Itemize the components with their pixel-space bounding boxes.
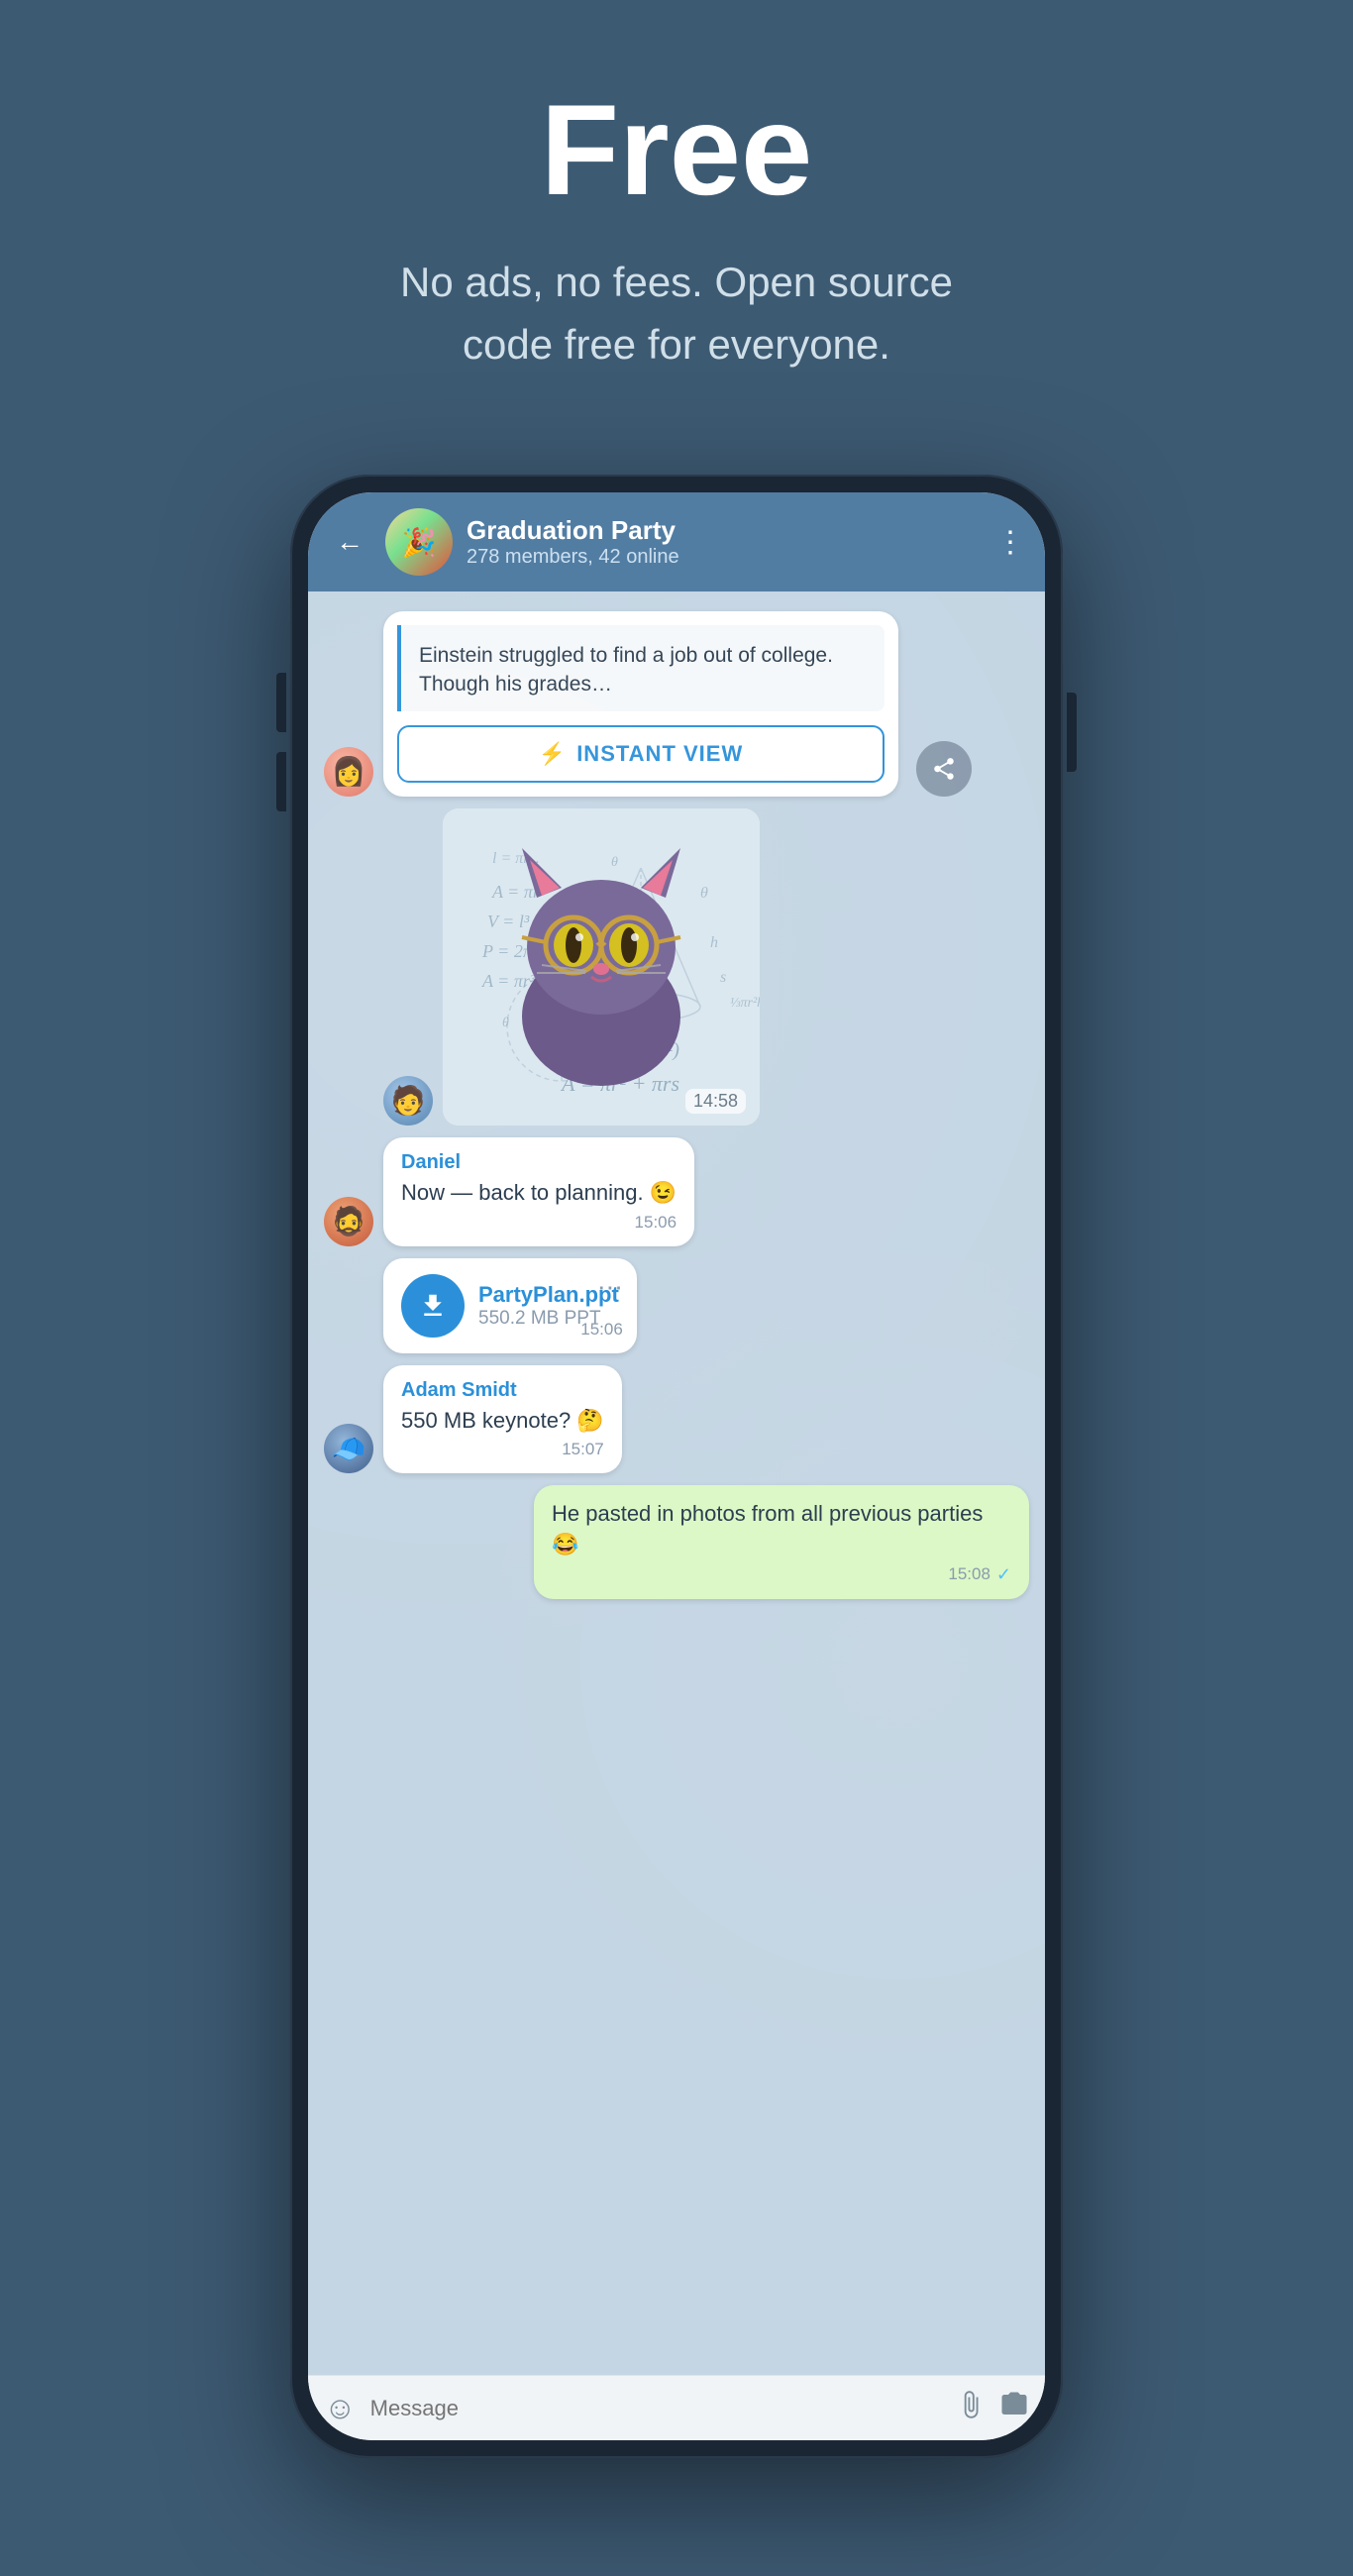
chat-info: Graduation Party 278 members, 42 online	[467, 515, 982, 569]
share-icon	[931, 756, 957, 782]
instant-view-label: INSTANT VIEW	[576, 741, 743, 767]
adam-message-text: 550 MB keynote? 🤔	[401, 1406, 604, 1437]
outgoing-message-text: He pasted in photos from all previous pa…	[552, 1499, 1011, 1560]
file-bubble: PartyPlan.ppt 550.2 MB PPT ⋯ 15:06	[383, 1258, 637, 1353]
user-avatar-guy1: 🧑	[383, 1076, 433, 1126]
check-mark-icon: ✓	[996, 1564, 1011, 1585]
phone-inner: ← 🎉 Graduation Party 278 members, 42 onl…	[308, 492, 1045, 2440]
file-more-button[interactable]: ⋯	[597, 1272, 623, 1303]
sticker-math-bg: A = πr² V = l³ P = 2πr A = πr³ s = √(r² …	[443, 808, 760, 1126]
camera-icon	[999, 2390, 1029, 2419]
daniel-message-row: 🧔 Daniel Now — back to planning. 😉 15:06	[324, 1137, 1029, 1246]
article-preview-text: Einstein struggled to find a job out of …	[419, 644, 833, 696]
user-avatar-adam: 🧢	[324, 1424, 373, 1473]
daniel-message-text: Now — back to planning. 😉	[401, 1178, 676, 1209]
download-icon	[418, 1291, 448, 1321]
back-button[interactable]: ←	[328, 522, 371, 562]
chat-meta: 278 members, 42 online	[467, 546, 982, 569]
outgoing-time-value: 15:08	[948, 1564, 990, 1584]
avatar-inner: 🎉	[385, 508, 453, 576]
avatar-emoji-guy2: 🧔	[324, 1197, 373, 1246]
phone-wrapper: ← 🎉 Graduation Party 278 members, 42 onl…	[290, 475, 1063, 2458]
outgoing-message-row: He pasted in photos from all previous pa…	[324, 1485, 1029, 1599]
phone-outer: ← 🎉 Graduation Party 278 members, 42 onl…	[290, 475, 1063, 2458]
cat-sticker	[443, 808, 760, 1126]
share-button[interactable]	[916, 741, 972, 797]
avatar-emoji-guy1: 🧑	[383, 1076, 433, 1126]
adam-message-row: 🧢 Adam Smidt 550 MB keynote? 🤔 15:07	[324, 1365, 1029, 1474]
hero-title: Free	[99, 79, 1254, 221]
emoji-button[interactable]: ☺	[324, 2390, 357, 2426]
more-button[interactable]: ⋮	[995, 525, 1025, 560]
adam-bubble: Adam Smidt 550 MB keynote? 🤔 15:07	[383, 1365, 622, 1474]
daniel-message-time: 15:06	[401, 1213, 676, 1233]
avatar-emoji-adam: 🧢	[324, 1424, 373, 1473]
sticker-message-row: 🧑	[383, 808, 1029, 1126]
article-bubble: Einstein struggled to find a job out of …	[383, 611, 898, 797]
cat-sticker-svg	[482, 838, 720, 1096]
chat-name: Graduation Party	[467, 515, 982, 546]
outgoing-message-time: 15:08 ✓	[552, 1564, 1011, 1585]
instant-view-button[interactable]: ⚡ INSTANT VIEW	[397, 725, 885, 783]
adam-message-time: 15:07	[401, 1440, 604, 1459]
lightning-icon: ⚡	[539, 741, 567, 767]
hero-subtitle-line1: No ads, no fees. Open source	[400, 259, 953, 305]
message-input[interactable]	[370, 2396, 942, 2421]
avatar-emoji-girl: 👩	[324, 747, 373, 797]
file-time: 15:06	[580, 1320, 623, 1340]
sticker-container: A = πr² V = l³ P = 2πr A = πr³ s = √(r² …	[443, 808, 760, 1126]
hero-subtitle: No ads, no fees. Open source code free f…	[99, 251, 1254, 376]
daniel-sender-name: Daniel	[401, 1151, 676, 1174]
chat-header: ← 🎉 Graduation Party 278 members, 42 onl…	[308, 492, 1045, 591]
article-message-row: 👩 Einstein struggled to find a job out o…	[324, 611, 1029, 797]
hero-section: Free No ads, no fees. Open source code f…	[0, 0, 1353, 435]
hero-subtitle-line2: code free for everyone.	[463, 321, 890, 368]
adam-sender-name: Adam Smidt	[401, 1379, 604, 1402]
chat-body: 👩 Einstein struggled to find a job out o…	[308, 591, 1045, 2375]
daniel-bubble: Daniel Now — back to planning. 😉 15:06	[383, 1137, 694, 1246]
file-download-button[interactable]	[401, 1274, 465, 1338]
attach-button[interactable]	[956, 2390, 986, 2426]
chat-avatar: 🎉	[385, 508, 453, 576]
chat-input-bar: ☺	[308, 2375, 1045, 2440]
paperclip-icon	[956, 2390, 986, 2419]
article-text: Einstein struggled to find a job out of …	[397, 625, 885, 711]
outgoing-bubble: He pasted in photos from all previous pa…	[534, 1485, 1029, 1599]
file-message-row: PartyPlan.ppt 550.2 MB PPT ⋯ 15:06	[383, 1258, 1029, 1353]
camera-button[interactable]	[999, 2390, 1029, 2426]
user-avatar-girl: 👩	[324, 747, 373, 797]
user-avatar-guy2: 🧔	[324, 1197, 373, 1246]
